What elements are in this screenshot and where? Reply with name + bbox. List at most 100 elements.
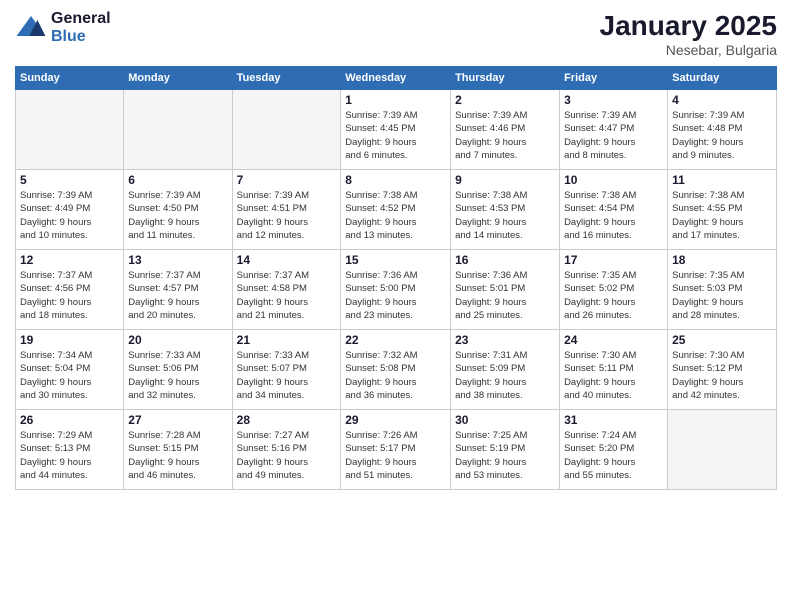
table-row: 18 Sunrise: 7:35 AM Sunset: 5:03 PM Dayli… — [668, 250, 777, 330]
day-number: 25 — [672, 333, 772, 347]
day-number: 21 — [237, 333, 337, 347]
day-number: 23 — [455, 333, 555, 347]
day-number: 31 — [564, 413, 663, 427]
table-row: 26 Sunrise: 7:29 AM Sunset: 5:13 PM Dayli… — [16, 410, 124, 490]
table-row: 9 Sunrise: 7:38 AM Sunset: 4:53 PM Daylig… — [451, 170, 560, 250]
col-tuesday: Tuesday — [232, 67, 341, 90]
table-row: 28Sunrise: 7:27 AM Sunset: 5:16 PM Dayli… — [232, 410, 341, 490]
day-number: 20 — [128, 333, 227, 347]
day-info: Sunrise: 7:38 AM Sunset: 4:52 PM Dayligh… — [345, 189, 446, 242]
day-number: 6 — [128, 173, 227, 187]
day-info: Sunrise: 7:35 AM Sunset: 5:02 PM Dayligh… — [564, 269, 663, 322]
day-info: Sunrise: 7:31 AM Sunset: 5:09 PM Dayligh… — [455, 349, 555, 402]
day-number: 29 — [345, 413, 446, 427]
table-row: 10 Sunrise: 7:38 AM Sunset: 4:54 PM Dayli… — [560, 170, 668, 250]
logo-icon — [15, 12, 47, 44]
col-sunday: Sunday — [16, 67, 124, 90]
table-row — [16, 90, 124, 170]
day-info: Sunrise: 7:32 AM Sunset: 5:08 PM Dayligh… — [345, 349, 446, 402]
day-number: 26 — [20, 413, 119, 427]
table-row: 21 Sunrise: 7:33 AM Sunset: 5:07 PM Dayli… — [232, 330, 341, 410]
calendar-header-row: Sunday Monday Tuesday Wednesday Thursday… — [16, 67, 777, 90]
day-info: Sunrise: 7:33 AM Sunset: 5:06 PM Dayligh… — [128, 349, 227, 402]
day-number: 11 — [672, 173, 772, 187]
logo-text: General Blue — [51, 10, 111, 46]
day-number: 22 — [345, 333, 446, 347]
table-row: 25 Sunrise: 7:30 AM Sunset: 5:12 PM Dayli… — [668, 330, 777, 410]
day-number: 8 — [345, 173, 446, 187]
table-row: 19Sunrise: 7:34 AM Sunset: 5:04 PM Dayli… — [16, 330, 124, 410]
day-info: Sunrise: 7:36 AM Sunset: 5:00 PM Dayligh… — [345, 269, 446, 322]
day-number: 12 — [20, 253, 119, 267]
calendar-body: 1 Sunrise: 7:39 AM Sunset: 4:45 PM Daylig… — [16, 90, 777, 490]
day-info: Sunrise: 7:30 AM Sunset: 5:11 PM Dayligh… — [564, 349, 663, 402]
day-info: Sunrise: 7:39 AM Sunset: 4:47 PM Dayligh… — [564, 109, 663, 162]
table-row: 11Sunrise: 7:38 AM Sunset: 4:55 PM Dayli… — [668, 170, 777, 250]
day-number: 14 — [237, 253, 337, 267]
col-thursday: Thursday — [451, 67, 560, 90]
col-wednesday: Wednesday — [341, 67, 451, 90]
calendar-row-4: 26 Sunrise: 7:29 AM Sunset: 5:13 PM Dayli… — [16, 410, 777, 490]
month-title: January 2025 — [600, 10, 777, 42]
table-row: 22 Sunrise: 7:32 AM Sunset: 5:08 PM Dayli… — [341, 330, 451, 410]
table-row — [232, 90, 341, 170]
table-row: 31 Sunrise: 7:24 AM Sunset: 5:20 PM Dayli… — [560, 410, 668, 490]
table-row — [124, 90, 232, 170]
day-number: 2 — [455, 93, 555, 107]
calendar-row-3: 19Sunrise: 7:34 AM Sunset: 5:04 PM Dayli… — [16, 330, 777, 410]
day-info: Sunrise: 7:39 AM Sunset: 4:45 PM Dayligh… — [345, 109, 446, 162]
day-info: Sunrise: 7:29 AM Sunset: 5:13 PM Dayligh… — [20, 429, 119, 482]
day-number: 9 — [455, 173, 555, 187]
table-row: 13 Sunrise: 7:37 AM Sunset: 4:57 PM Dayli… — [124, 250, 232, 330]
day-info: Sunrise: 7:33 AM Sunset: 5:07 PM Dayligh… — [237, 349, 337, 402]
table-row: 12 Sunrise: 7:37 AM Sunset: 4:56 PM Dayli… — [16, 250, 124, 330]
day-number: 4 — [672, 93, 772, 107]
day-info: Sunrise: 7:34 AM Sunset: 5:04 PM Dayligh… — [20, 349, 119, 402]
day-number: 5 — [20, 173, 119, 187]
table-row: 8 Sunrise: 7:38 AM Sunset: 4:52 PM Daylig… — [341, 170, 451, 250]
table-row: 30Sunrise: 7:25 AM Sunset: 5:19 PM Dayli… — [451, 410, 560, 490]
day-info: Sunrise: 7:35 AM Sunset: 5:03 PM Dayligh… — [672, 269, 772, 322]
table-row: 4 Sunrise: 7:39 AM Sunset: 4:48 PM Daylig… — [668, 90, 777, 170]
day-info: Sunrise: 7:39 AM Sunset: 4:51 PM Dayligh… — [237, 189, 337, 242]
day-info: Sunrise: 7:39 AM Sunset: 4:46 PM Dayligh… — [455, 109, 555, 162]
title-block: January 2025 Nesebar, Bulgaria — [600, 10, 777, 58]
day-info: Sunrise: 7:37 AM Sunset: 4:56 PM Dayligh… — [20, 269, 119, 322]
table-row — [668, 410, 777, 490]
day-number: 10 — [564, 173, 663, 187]
day-info: Sunrise: 7:30 AM Sunset: 5:12 PM Dayligh… — [672, 349, 772, 402]
day-number: 16 — [455, 253, 555, 267]
day-info: Sunrise: 7:38 AM Sunset: 4:54 PM Dayligh… — [564, 189, 663, 242]
day-number: 7 — [237, 173, 337, 187]
logo: General Blue — [15, 10, 111, 46]
day-number: 28 — [237, 413, 337, 427]
day-number: 1 — [345, 93, 446, 107]
calendar-row-2: 12 Sunrise: 7:37 AM Sunset: 4:56 PM Dayli… — [16, 250, 777, 330]
day-number: 24 — [564, 333, 663, 347]
day-number: 3 — [564, 93, 663, 107]
day-number: 27 — [128, 413, 227, 427]
day-number: 17 — [564, 253, 663, 267]
table-row: 23 Sunrise: 7:31 AM Sunset: 5:09 PM Dayli… — [451, 330, 560, 410]
page-container: General Blue January 2025 Nesebar, Bulga… — [0, 0, 792, 500]
location-title: Nesebar, Bulgaria — [600, 42, 777, 58]
day-info: Sunrise: 7:39 AM Sunset: 4:49 PM Dayligh… — [20, 189, 119, 242]
table-row: 2 Sunrise: 7:39 AM Sunset: 4:46 PM Daylig… — [451, 90, 560, 170]
col-saturday: Saturday — [668, 67, 777, 90]
table-row: 16Sunrise: 7:36 AM Sunset: 5:01 PM Dayli… — [451, 250, 560, 330]
table-row: 17 Sunrise: 7:35 AM Sunset: 5:02 PM Dayli… — [560, 250, 668, 330]
table-row: 5 Sunrise: 7:39 AM Sunset: 4:49 PM Daylig… — [16, 170, 124, 250]
day-info: Sunrise: 7:24 AM Sunset: 5:20 PM Dayligh… — [564, 429, 663, 482]
day-info: Sunrise: 7:38 AM Sunset: 4:53 PM Dayligh… — [455, 189, 555, 242]
calendar-row-1: 5 Sunrise: 7:39 AM Sunset: 4:49 PM Daylig… — [16, 170, 777, 250]
day-number: 30 — [455, 413, 555, 427]
day-info: Sunrise: 7:28 AM Sunset: 5:15 PM Dayligh… — [128, 429, 227, 482]
day-number: 18 — [672, 253, 772, 267]
day-info: Sunrise: 7:37 AM Sunset: 4:57 PM Dayligh… — [128, 269, 227, 322]
table-row: 7 Sunrise: 7:39 AM Sunset: 4:51 PM Daylig… — [232, 170, 341, 250]
day-info: Sunrise: 7:39 AM Sunset: 4:48 PM Dayligh… — [672, 109, 772, 162]
table-row: 14Sunrise: 7:37 AM Sunset: 4:58 PM Dayli… — [232, 250, 341, 330]
day-number: 13 — [128, 253, 227, 267]
col-friday: Friday — [560, 67, 668, 90]
day-info: Sunrise: 7:26 AM Sunset: 5:17 PM Dayligh… — [345, 429, 446, 482]
